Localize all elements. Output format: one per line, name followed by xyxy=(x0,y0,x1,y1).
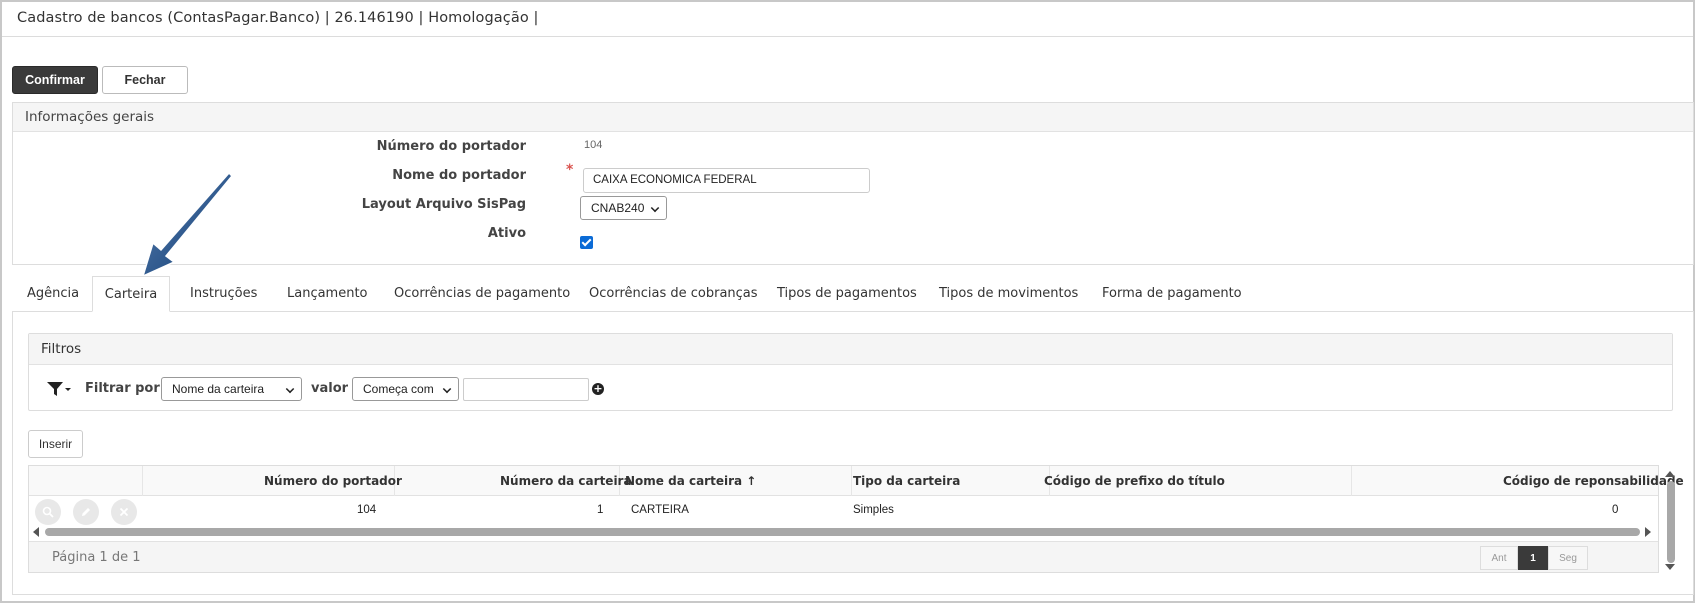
tab-tipos-pagamentos[interactable]: Tipos de pagamentos xyxy=(777,276,917,312)
tab-lancamento[interactable]: Lançamento xyxy=(287,276,368,312)
layout-select-value: CNAB240 xyxy=(591,201,645,215)
horizontal-scrollbar[interactable] xyxy=(33,526,1653,538)
pagination-bar: Página 1 de 1 Ant 1 Seg xyxy=(29,541,1658,572)
column-header-numero-carteira[interactable]: Número da carteira xyxy=(500,474,632,488)
cell-responsabilidade: 0 xyxy=(1612,504,1619,516)
filter-funnel-icon[interactable] xyxy=(46,380,72,398)
column-header-portador[interactable]: Número do portador xyxy=(264,474,402,488)
tab-tipos-movimentos[interactable]: Tipos de movimentos xyxy=(939,276,1078,312)
page-1-button[interactable]: 1 xyxy=(1518,546,1548,570)
filters-header: Filtros xyxy=(29,334,1672,365)
edit-icon[interactable] xyxy=(73,499,99,525)
column-separator xyxy=(142,466,143,496)
delete-icon[interactable] xyxy=(111,499,137,525)
layout-select[interactable]: CNAB240 xyxy=(580,196,667,220)
confirm-button[interactable]: Confirmar xyxy=(12,66,98,94)
layout-label: Layout Arquivo SisPag xyxy=(361,197,526,212)
filter-operator-value: Começa com xyxy=(363,382,434,396)
tab-ocorrencias-pagamento[interactable]: Ocorrências de pagamento xyxy=(394,276,570,312)
portador-name-input[interactable]: CAIXA ECONOMICA FEDERAL xyxy=(583,168,870,193)
scroll-right-icon[interactable] xyxy=(1645,527,1651,537)
required-marker: * xyxy=(566,162,574,178)
scrollbar-thumb[interactable] xyxy=(1667,481,1675,563)
chevron-down-icon xyxy=(442,384,452,394)
next-page-button[interactable]: Seg xyxy=(1548,546,1588,570)
vertical-scrollbar[interactable] xyxy=(1664,470,1676,572)
tab-ocorrencias-cobrancas[interactable]: Ocorrências de cobranças xyxy=(589,276,758,312)
active-label: Ativo xyxy=(487,226,526,241)
tab-agencia[interactable]: Agência xyxy=(27,276,79,312)
add-filter-icon[interactable]: + xyxy=(592,383,604,395)
cell-numero-carteira: 1 xyxy=(597,504,604,516)
column-header-nome-carteira[interactable]: Nome da carteira ↑ xyxy=(625,474,756,488)
tab-forma-pagamento[interactable]: Forma de pagamento xyxy=(1102,276,1242,312)
portador-name-label: Nome do portador xyxy=(392,168,526,183)
cell-nome-carteira: CARTEIRA xyxy=(631,504,689,516)
filter-value-input[interactable] xyxy=(463,378,589,401)
column-header-tipo-carteira[interactable]: Tipo da carteira xyxy=(853,474,960,488)
portador-number-label: Número do portador xyxy=(376,139,526,154)
column-separator xyxy=(1351,466,1352,496)
column-separator xyxy=(851,466,852,496)
prev-page-button[interactable]: Ant xyxy=(1480,546,1518,570)
sort-up-icon: ↑ xyxy=(746,474,757,488)
value-label: valor xyxy=(311,381,349,396)
filter-operator-select[interactable]: Começa com xyxy=(352,377,459,401)
column-header-nome-carteira-label: Nome da carteira xyxy=(625,474,743,488)
scroll-up-icon[interactable] xyxy=(1665,471,1675,477)
chevron-down-icon xyxy=(650,203,660,213)
window-title: Cadastro de bancos (ContasPagar.Banco) |… xyxy=(2,2,1693,37)
column-header-responsabilidade[interactable]: Código de reponsabilidade xyxy=(1503,474,1684,488)
scroll-down-icon[interactable] xyxy=(1665,564,1675,570)
cell-tipo-carteira: Simples xyxy=(853,504,894,516)
scroll-left-icon[interactable] xyxy=(33,527,39,537)
filter-field-value: Nome da carteira xyxy=(172,382,265,396)
chevron-down-icon xyxy=(285,384,295,394)
page-info: Página 1 de 1 xyxy=(52,550,141,565)
annotation-arrow-icon xyxy=(140,170,240,284)
cell-portador: 104 xyxy=(357,504,377,516)
close-button[interactable]: Fechar xyxy=(102,66,188,94)
active-checkbox[interactable] xyxy=(580,236,593,249)
carteira-grid: Número do portador Número da carteira No… xyxy=(28,465,1684,573)
insert-button[interactable]: Inserir xyxy=(28,430,83,458)
view-icon[interactable] xyxy=(35,499,61,525)
column-header-prefixo[interactable]: Código de prefixo do título xyxy=(1044,474,1225,488)
grid-header: Número do portador Número da carteira No… xyxy=(29,466,1684,496)
portador-number-value: 104 xyxy=(584,139,603,151)
filter-by-label: Filtrar por xyxy=(85,381,160,396)
scrollbar-thumb[interactable] xyxy=(45,528,1640,536)
filter-field-select[interactable]: Nome da carteira xyxy=(161,377,302,401)
tab-carteira[interactable]: Carteira xyxy=(92,276,170,312)
general-info-header: Informações gerais xyxy=(13,103,1693,132)
